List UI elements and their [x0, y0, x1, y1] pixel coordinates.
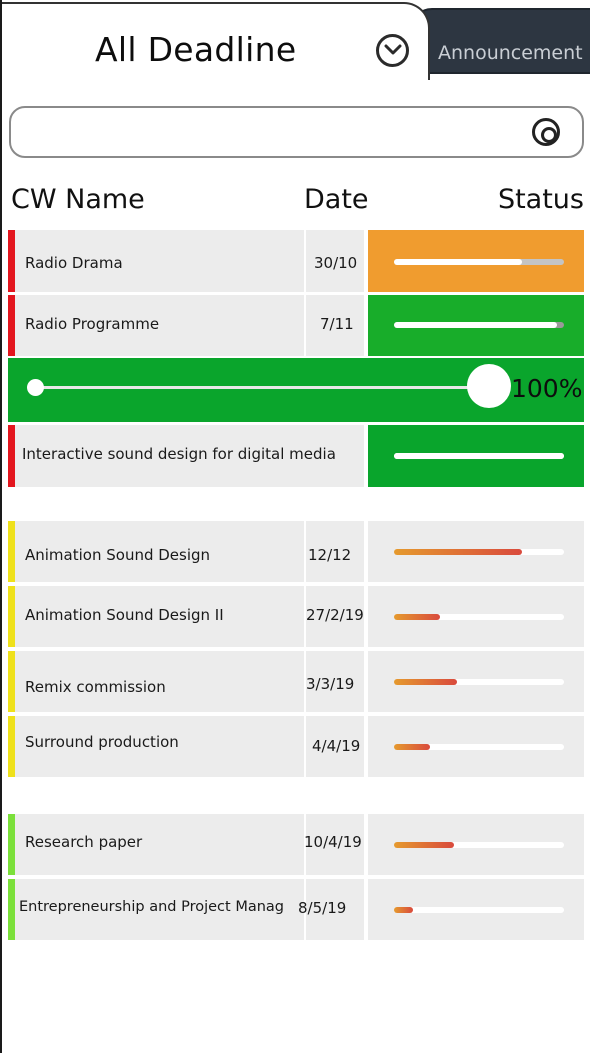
coursework-name: Remix commission — [25, 678, 166, 696]
progress-bar — [394, 549, 564, 555]
progress-fill — [394, 453, 564, 459]
coursework-name: Animation Sound Design II — [25, 606, 224, 624]
progress-fill — [394, 679, 457, 685]
date-cell: 8/5/19 — [298, 879, 364, 940]
date-cell: 30/10 — [306, 230, 364, 292]
progress-bar — [394, 679, 564, 685]
priority-accent — [8, 716, 15, 777]
progress-bar — [394, 842, 564, 848]
coursework-name: Surround production — [25, 733, 179, 751]
tab-announcement[interactable]: Announcement — [410, 8, 590, 74]
progress-bar — [394, 453, 564, 459]
coursework-date: 30/10 — [314, 254, 358, 272]
coursework-date: 10/4/19 — [304, 833, 362, 851]
status-cell — [368, 586, 584, 647]
search-input[interactable] — [9, 106, 584, 158]
deadline-row-remix-commission[interactable]: Remix commission 3/3/19 — [8, 651, 584, 712]
name-cell: Radio Drama — [8, 230, 304, 292]
status-cell — [368, 716, 584, 777]
status-cell — [368, 521, 584, 582]
deadline-row-surround-production[interactable]: Surround production 4/4/19 — [8, 716, 584, 777]
date-cell: 7/11 — [306, 295, 364, 356]
name-cell: Research paper — [8, 814, 304, 875]
coursework-name: Radio Drama — [25, 254, 123, 272]
status-cell — [368, 295, 584, 356]
slider-track[interactable] — [36, 386, 488, 389]
priority-accent — [8, 425, 15, 487]
progress-fill — [394, 549, 522, 555]
coursework-date: 7/11 — [320, 315, 354, 333]
coursework-date: 27/2/19 — [306, 606, 364, 624]
priority-accent — [8, 879, 15, 940]
date-cell: 12/12 — [306, 521, 364, 582]
deadline-row-research-paper[interactable]: Research paper 10/4/19 — [8, 814, 584, 875]
date-cell: 3/3/19 — [306, 651, 364, 712]
progress-bar — [394, 259, 564, 265]
progress-fill — [394, 614, 440, 620]
chevron-down-icon[interactable] — [376, 34, 409, 67]
deadline-row-radio-drama[interactable]: Radio Drama 30/10 — [8, 230, 584, 292]
column-header-date: Date — [304, 184, 369, 215]
progress-bar — [394, 744, 564, 750]
status-cell — [368, 651, 584, 712]
slider-min-handle — [27, 379, 44, 396]
name-cell: Remix commission — [8, 651, 304, 712]
coursework-name: Entrepreneurship and Project Manag — [19, 899, 285, 915]
priority-accent — [8, 230, 15, 292]
name-cell: Surround production — [8, 716, 304, 777]
name-cell: Radio Programme — [8, 295, 304, 356]
status-cell — [368, 230, 584, 292]
coursework-name: Interactive sound design for digital med… — [22, 445, 336, 463]
priority-accent — [8, 586, 15, 647]
deadline-row-animation-sound-design-ii[interactable]: Animation Sound Design II 27/2/19 — [8, 586, 584, 647]
coursework-date: 8/5/19 — [298, 899, 347, 917]
tab-all-deadline[interactable]: All Deadline — [2, 2, 430, 80]
date-cell: 10/4/19 — [304, 814, 364, 875]
coursework-date: 4/4/19 — [312, 737, 361, 755]
column-header-name: CW Name — [11, 184, 145, 215]
progress-fill — [394, 842, 454, 848]
name-cell: Entrepreneurship and Project Manag — [8, 879, 304, 940]
priority-accent — [8, 814, 15, 875]
status-cell — [368, 879, 584, 940]
status-cell — [368, 425, 584, 487]
deadline-row-entrepreneurship[interactable]: Entrepreneurship and Project Manag 8/5/1… — [8, 879, 584, 940]
coursework-date: 3/3/19 — [306, 675, 355, 693]
progress-fill — [394, 322, 558, 328]
page-title: All Deadline — [95, 30, 297, 69]
progress-bar — [394, 614, 564, 620]
name-cell: Interactive sound design for digital med… — [8, 425, 364, 487]
slider-value-label: 100% — [511, 374, 583, 403]
column-header-status: Status — [497, 184, 584, 215]
progress-bar — [394, 322, 564, 328]
progress-fill — [394, 744, 430, 750]
progress-fill — [394, 907, 413, 913]
priority-accent — [8, 521, 15, 582]
progress-bar — [394, 907, 564, 913]
deadline-row-radio-programme[interactable]: Radio Programme 7/11 — [8, 295, 584, 356]
slider-thumb[interactable] — [467, 364, 511, 408]
date-cell: 27/2/19 — [306, 586, 364, 647]
coursework-name: Animation Sound Design — [25, 546, 211, 564]
progress-fill — [394, 259, 522, 265]
name-cell: Animation Sound Design — [8, 521, 304, 582]
coursework-date: 12/12 — [308, 546, 352, 564]
left-frame-border — [0, 0, 2, 1053]
coursework-name: Radio Programme — [25, 315, 160, 333]
coursework-name: Research paper — [25, 833, 143, 851]
name-cell: Animation Sound Design II — [8, 586, 304, 647]
progress-slider-panel: 100% — [8, 358, 584, 422]
priority-accent — [8, 295, 15, 356]
priority-accent — [8, 651, 15, 712]
deadline-row-interactive-sound-design[interactable]: Interactive sound design for digital med… — [8, 425, 584, 487]
date-cell: 4/4/19 — [306, 716, 364, 777]
search-icon[interactable] — [532, 118, 560, 146]
tab-announcement-label: Announcement — [438, 42, 583, 64]
deadline-row-animation-sound-design[interactable]: Animation Sound Design 12/12 — [8, 521, 584, 582]
status-cell — [368, 814, 584, 875]
